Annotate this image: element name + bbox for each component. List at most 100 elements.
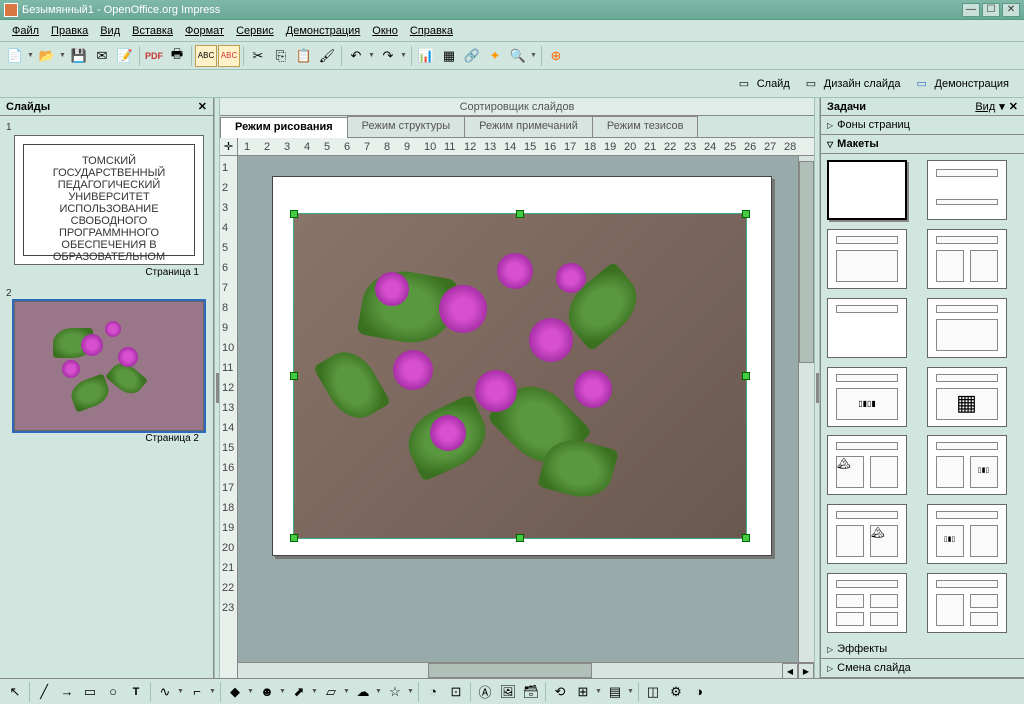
block-arrows-tool[interactable]: ⬈	[288, 681, 310, 703]
slideshow-button[interactable]: ▭Демонстрация	[910, 73, 1017, 95]
slide-canvas[interactable]	[238, 156, 798, 662]
next-slide-button[interactable]: ▶	[798, 663, 814, 678]
zoom-button[interactable]: 🔍	[507, 45, 529, 67]
vertical-ruler[interactable]: 1234567891011121314151617181920212223	[220, 156, 238, 678]
rotate-tool[interactable]: ⟲	[549, 681, 571, 703]
resize-handle-w[interactable]	[290, 372, 298, 380]
animation-tool[interactable]: ◑	[688, 681, 710, 703]
tab-outline[interactable]: Режим структуры	[347, 116, 466, 137]
layout-text-chart[interactable]: ▯▮▯	[927, 435, 1007, 495]
menu-view[interactable]: Вид	[94, 23, 126, 39]
menu-tools[interactable]: Сервис	[230, 23, 280, 39]
menu-format[interactable]: Формат	[179, 23, 230, 39]
slide-sorter-bar[interactable]: Сортировщик слайдов	[220, 98, 814, 116]
connector-tool[interactable]: ⌐	[186, 681, 208, 703]
layout-title-content[interactable]	[827, 229, 907, 289]
tasks-close-icon[interactable]: ✕	[1009, 100, 1018, 113]
undo-button[interactable]: ↶	[345, 45, 367, 67]
arrow-tool[interactable]: →	[56, 681, 78, 703]
symbol-shapes-tool[interactable]: ☻	[256, 681, 278, 703]
resize-handle-e[interactable]	[742, 372, 750, 380]
gluepoints-tool[interactable]: ⊡	[445, 681, 467, 703]
email-button[interactable]: ✉	[91, 45, 113, 67]
fontwork-tool[interactable]: Ⓐ	[474, 681, 496, 703]
selected-image[interactable]	[293, 213, 747, 539]
menu-slideshow[interactable]: Демонстрация	[280, 23, 367, 39]
extrusion-tool[interactable]: ◫	[642, 681, 664, 703]
resize-handle-n[interactable]	[516, 210, 524, 218]
callout-tool[interactable]: ☁	[352, 681, 374, 703]
tab-notes[interactable]: Режим примечаний	[464, 116, 593, 137]
align-tool[interactable]: ⊞	[572, 681, 594, 703]
layout-four-objects[interactable]	[827, 573, 907, 633]
layout-chart-text[interactable]: ▯▮▯	[927, 504, 1007, 564]
print-button[interactable]: 🖶	[166, 45, 188, 67]
tab-handout[interactable]: Режим тезисов	[592, 116, 699, 137]
layout-chart[interactable]: ▯▮▯▮	[827, 367, 907, 427]
copy-button[interactable]: ⎘	[270, 45, 292, 67]
chart-button[interactable]: 📊	[415, 45, 437, 67]
minimize-button[interactable]: —	[962, 3, 980, 17]
layout-text-clipart[interactable]: 🏔	[827, 504, 907, 564]
spellcheck-button[interactable]: ABC	[195, 45, 217, 67]
resize-handle-ne[interactable]	[742, 210, 750, 218]
export-pdf-button[interactable]: PDF	[143, 45, 165, 67]
section-transition[interactable]: ▷Смена слайда	[821, 659, 1024, 678]
line-tool[interactable]: ╱	[33, 681, 55, 703]
tasks-view-menu[interactable]: Вид	[975, 101, 995, 113]
format-paint-button[interactable]: 🖌	[316, 45, 338, 67]
text-tool[interactable]: T	[125, 681, 147, 703]
stars-tool[interactable]: ☆	[384, 681, 406, 703]
layout-blank[interactable]	[827, 160, 907, 220]
layout-clipart-text[interactable]: 🏔	[827, 435, 907, 495]
gallery-tool[interactable]: 🗃	[520, 681, 542, 703]
tab-drawing[interactable]: Режим рисования	[220, 117, 348, 138]
close-button[interactable]: ✕	[1002, 3, 1020, 17]
menu-window[interactable]: Окно	[366, 23, 404, 39]
from-file-tool[interactable]: 🖼	[497, 681, 519, 703]
layout-object[interactable]	[927, 298, 1007, 358]
tasks-collapse-icon[interactable]: ▾	[999, 100, 1005, 113]
layout-two-content[interactable]	[927, 229, 1007, 289]
slide-thumb-1[interactable]: 1 ТОМСКИЙ ГОСУДАРСТВЕННЫЙ ПЕДАГОГИЧЕСКИЙ…	[4, 120, 209, 278]
horizontal-ruler[interactable]: 1234567891011121314151617181920212223242…	[238, 138, 814, 156]
paste-button[interactable]: 📋	[293, 45, 315, 67]
menu-insert[interactable]: Вставка	[126, 23, 179, 39]
rect-tool[interactable]: ▭	[79, 681, 101, 703]
current-slide[interactable]	[272, 176, 772, 556]
menu-file[interactable]: Файл	[6, 23, 45, 39]
basic-shapes-tool[interactable]: ◆	[224, 681, 246, 703]
select-tool[interactable]: ↖	[4, 681, 26, 703]
cut-button[interactable]: ✂	[247, 45, 269, 67]
points-tool[interactable]: ◔	[422, 681, 444, 703]
autospell-button[interactable]: ABC	[218, 45, 240, 67]
layout-title[interactable]	[927, 160, 1007, 220]
curve-tool[interactable]: ∿	[154, 681, 176, 703]
menu-help[interactable]: Справка	[404, 23, 459, 39]
help-button[interactable]: ⊕	[545, 45, 567, 67]
table-button[interactable]: ▦	[438, 45, 460, 67]
layout-text-two-obj[interactable]	[927, 573, 1007, 633]
layout-table[interactable]: ▦	[927, 367, 1007, 427]
resize-handle-se[interactable]	[742, 534, 750, 542]
section-layouts[interactable]: ▽Макеты	[821, 135, 1024, 154]
open-button[interactable]: 📂	[36, 45, 58, 67]
section-master-pages[interactable]: ▷Фоны страниц	[821, 116, 1024, 135]
flowchart-tool[interactable]: ▱	[320, 681, 342, 703]
resize-handle-s[interactable]	[516, 534, 524, 542]
slide-design-button[interactable]: ▭Дизайн слайда	[799, 73, 908, 95]
resize-handle-sw[interactable]	[290, 534, 298, 542]
save-button[interactable]: 💾	[68, 45, 90, 67]
slides-panel-close-icon[interactable]: ✕	[198, 100, 207, 113]
arrange-tool[interactable]: ▤	[604, 681, 626, 703]
interaction-tool[interactable]: ⚙	[665, 681, 687, 703]
section-effects[interactable]: ▷Эффекты	[821, 640, 1024, 659]
slide-thumb-2[interactable]: 2 Страница 2	[4, 286, 209, 444]
maximize-button[interactable]: ☐	[982, 3, 1000, 17]
layout-title-only[interactable]	[827, 298, 907, 358]
edit-doc-button[interactable]: 📝	[114, 45, 136, 67]
resize-handle-nw[interactable]	[290, 210, 298, 218]
new-button[interactable]: 📄	[4, 45, 26, 67]
horizontal-scrollbar[interactable]	[238, 663, 782, 678]
redo-button[interactable]: ↷	[377, 45, 399, 67]
